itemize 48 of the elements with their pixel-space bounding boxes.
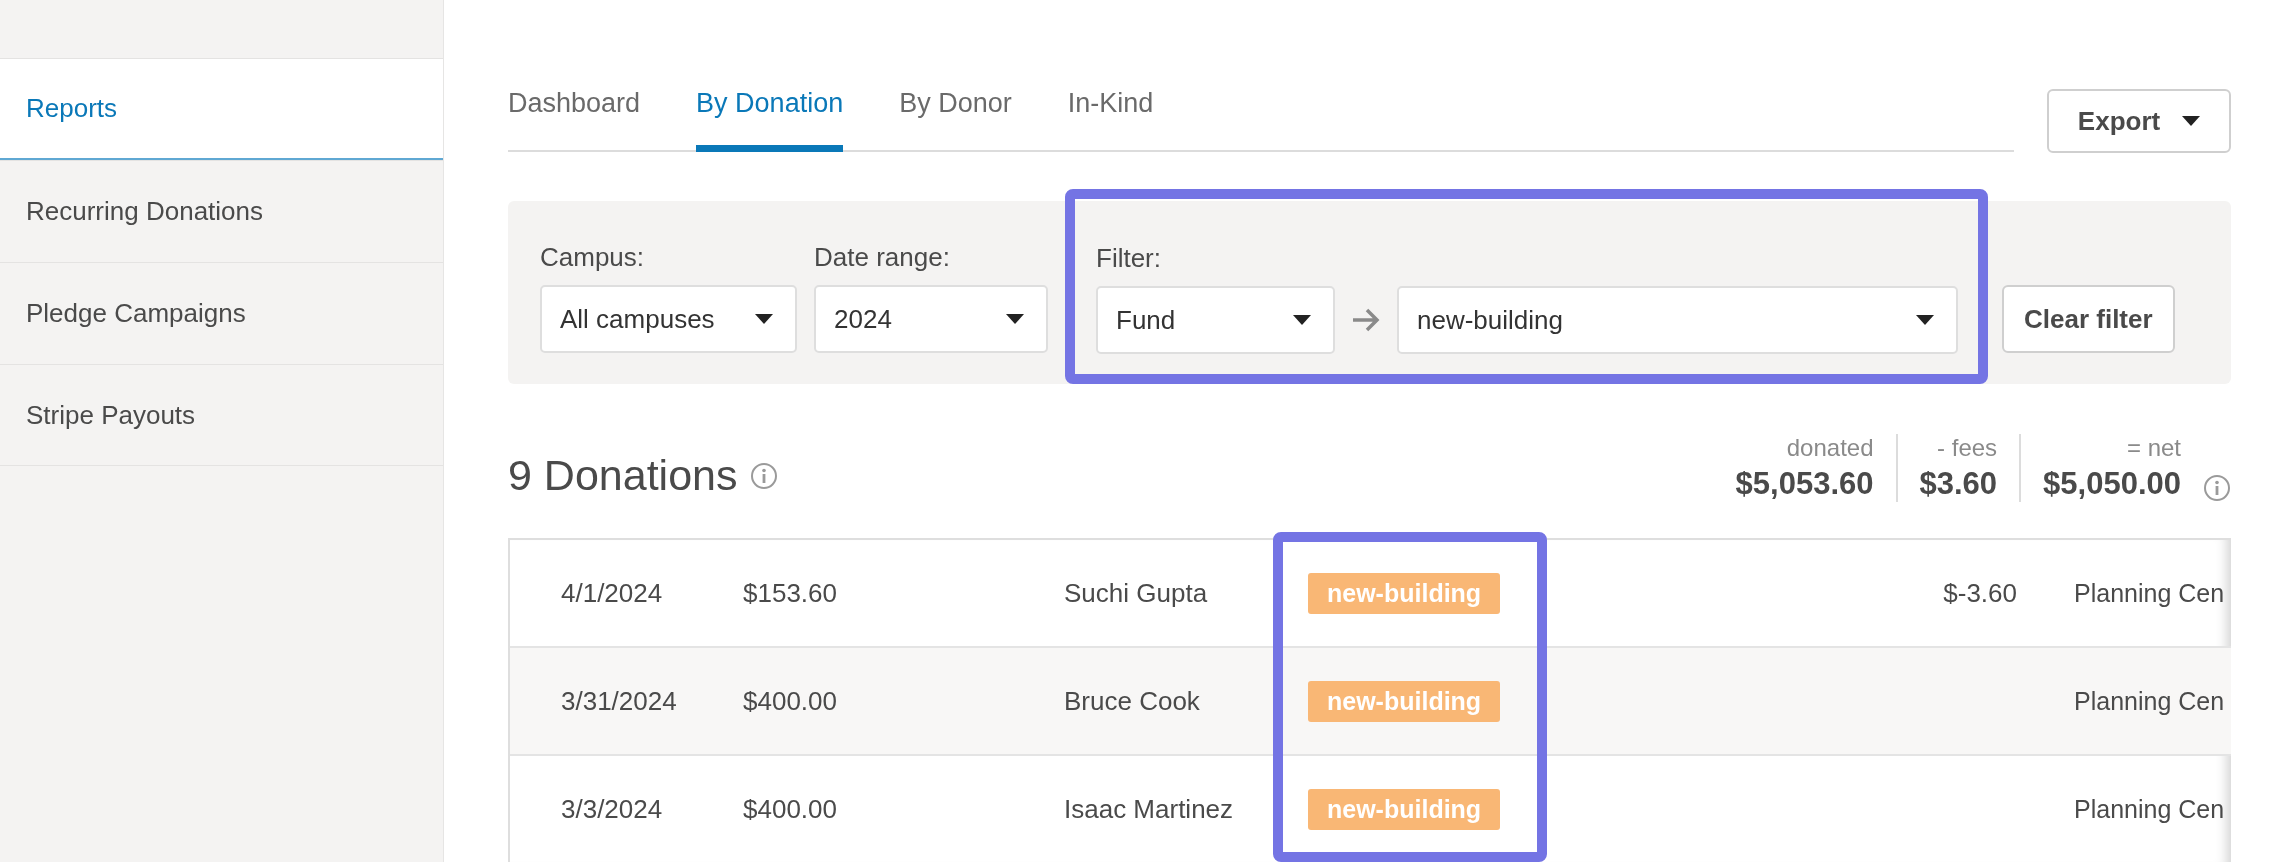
caret-icon [1006, 314, 1024, 324]
caret-icon [755, 314, 773, 324]
tab[interactable]: In-Kind [1067, 89, 1154, 152]
info-icon [2203, 474, 2231, 502]
source-cell: Planning Cen [2074, 794, 2225, 824]
date-cell-text: 3/3/2024 [561, 793, 664, 825]
export-button[interactable]: Export [2047, 89, 2231, 153]
caret-icon [1916, 315, 1934, 325]
amount-cell-text: $400.00 [743, 685, 838, 717]
arrow-right-icon [1351, 307, 1381, 333]
sidebar-item[interactable]: Recurring Donations [0, 160, 443, 262]
fee-cell-text: $-3.60 [1942, 577, 2017, 609]
caret-icon [2182, 116, 2201, 126]
amount-cell-text: $400.00 [743, 793, 838, 825]
donations-heading: 9 Donations [508, 451, 738, 500]
date-cell-text: 4/1/2024 [561, 577, 664, 609]
campus-select[interactable]: All campuses [540, 285, 797, 353]
sidebar-item[interactable]: Reports [0, 58, 443, 160]
clear-filter-button[interactable]: Clear filter [2002, 285, 2175, 353]
stat-label: donated [1786, 434, 1874, 462]
filter-value-select[interactable]: new-building [1397, 286, 1958, 354]
source-cell: Planning Cen [2074, 578, 2225, 608]
stat-value: $5,053.60 [1735, 466, 1874, 502]
stat-label: = net [2126, 434, 2181, 462]
tab[interactable]: By Donor [899, 89, 1012, 152]
fund-tag: new-building [1308, 788, 1501, 830]
source-cell: Planning Cen [2074, 686, 2225, 716]
filter-field-select[interactable]: Fund [1096, 286, 1335, 354]
info-icon [749, 461, 778, 490]
sidebar-item[interactable]: Stripe Payouts [0, 364, 443, 466]
date-cell-text: 3/31/2024 [561, 685, 678, 717]
field-label: Campus: [540, 242, 646, 273]
donor-cell-text: Bruce Cook [1064, 685, 1201, 717]
field-label: Date range: [814, 242, 951, 273]
stat-label: - fees [1937, 434, 1998, 462]
field-label: Filter: [1096, 243, 1162, 274]
stat-value: $5,050.00 [2043, 466, 2181, 502]
tab[interactable]: Dashboard [508, 89, 641, 152]
caret-icon [1293, 315, 1311, 325]
tab[interactable]: By Donation [696, 89, 844, 152]
donor-cell-text: Suchi Gupta [1064, 577, 1209, 609]
fund-tag: new-building [1308, 572, 1501, 614]
stat-value: $3.60 [1919, 466, 1998, 502]
amount-cell-text: $153.60 [743, 577, 838, 609]
donor-cell-text: Isaac Martinez [1064, 793, 1235, 825]
sidebar-item[interactable]: Pledge Campaigns [0, 262, 443, 364]
date-range-select[interactable]: 2024 [814, 285, 1048, 353]
fund-tag: new-building [1308, 680, 1501, 722]
